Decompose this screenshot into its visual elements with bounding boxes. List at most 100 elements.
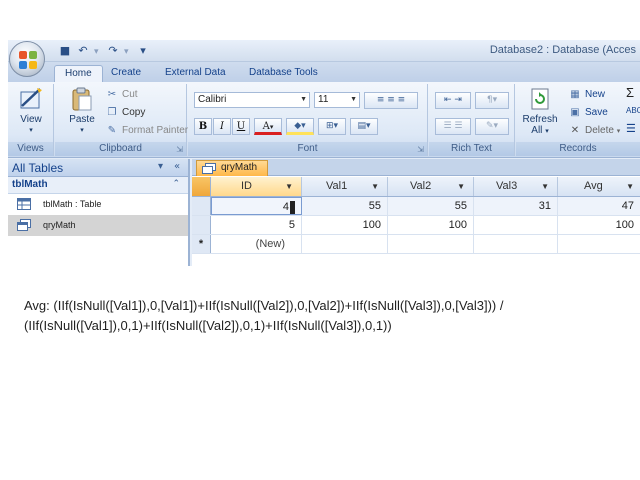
nav-item-tblmath-table[interactable]: tblMath : Table xyxy=(8,194,188,215)
paste-button[interactable]: Paste ▾ xyxy=(65,86,99,136)
bold-button[interactable]: B xyxy=(194,118,212,135)
cell-avg[interactable]: 100 xyxy=(558,216,640,234)
view-button[interactable]: View ▾ xyxy=(14,86,48,136)
column-header-label: Avg xyxy=(584,180,603,192)
office-logo-icon xyxy=(19,51,37,69)
refresh-sub-label: All ▾ xyxy=(520,125,560,137)
chevron-down-icon[interactable]: ▼ xyxy=(285,177,293,196)
redo-icon[interactable]: ↷ xyxy=(106,44,120,58)
chevron-down-icon[interactable]: ▼ xyxy=(541,177,549,196)
customize-toolbar-icon[interactable]: ▾ xyxy=(136,44,150,58)
tab-database-tools[interactable]: Database Tools xyxy=(247,65,320,82)
delete-icon: ✕ xyxy=(570,125,580,136)
table-row[interactable]: 5 100 100 100 xyxy=(192,216,640,235)
undo-dropdown-icon[interactable]: ▾ xyxy=(94,46,102,57)
save-record-button[interactable]: ▣ Save xyxy=(568,106,608,120)
collapse-group-icon[interactable]: ⌃ xyxy=(172,179,180,189)
view-icon xyxy=(18,86,44,112)
new-record-icon: ▦ xyxy=(570,89,580,100)
chevron-down-icon[interactable]: ▼ xyxy=(626,177,634,196)
cell-val2[interactable]: 100 xyxy=(388,216,474,234)
table-row[interactable]: 4 55 55 31 47 xyxy=(192,197,640,216)
cell-id[interactable]: 5 xyxy=(211,216,302,234)
indent-buttons[interactable]: ⇤ ⇥ xyxy=(435,92,471,109)
cell-val1[interactable] xyxy=(302,235,388,253)
font-launcher-icon[interactable]: ⇲ xyxy=(417,145,424,154)
underline-button[interactable]: U xyxy=(232,118,250,135)
column-header-val2[interactable]: Val2 ▼ xyxy=(388,177,474,196)
nav-pane-header[interactable]: All Tables ▾ « xyxy=(8,159,188,177)
new-row-label[interactable]: (New) xyxy=(211,235,302,253)
column-header-id[interactable]: ID ▼ xyxy=(211,177,302,196)
cell-avg[interactable]: 47 xyxy=(558,197,640,215)
spelling-icon[interactable]: ABC xyxy=(626,104,640,118)
query-icon xyxy=(202,163,216,174)
row-selector[interactable] xyxy=(192,197,211,215)
font-name-value: Calibri xyxy=(198,94,227,105)
alternate-fill-button[interactable]: ▤▾ xyxy=(350,118,378,135)
list-buttons[interactable]: ☰ ☰ xyxy=(435,118,471,135)
new-record-button[interactable]: ▦ New xyxy=(568,88,605,102)
nav-item-label: qryMath xyxy=(43,220,76,230)
window-title: Database2 : Database (Acces xyxy=(489,44,636,56)
row-selector[interactable] xyxy=(192,216,211,234)
totals-icon[interactable]: Σ xyxy=(626,86,634,100)
save-icon[interactable]: ■ xyxy=(58,44,72,58)
font-name-select[interactable]: Calibri ▼ xyxy=(194,92,310,108)
nav-group-tblmath[interactable]: tblMath ⌃ xyxy=(8,177,188,194)
highlight-button[interactable]: ✎▾ xyxy=(475,118,509,135)
cell-val2[interactable] xyxy=(388,235,474,253)
quick-access-toolbar: ■ ↶ ▾ ↷ ▾ ▾ xyxy=(52,43,150,59)
cell-val1[interactable]: 55 xyxy=(302,197,388,215)
chevron-down-icon: ▼ xyxy=(350,96,357,103)
font-color-button[interactable]: A▾ xyxy=(254,118,282,135)
italic-button[interactable]: I xyxy=(213,118,231,135)
table-icon xyxy=(17,198,31,210)
delete-record-button[interactable]: ✕ Delete ▾ xyxy=(568,124,620,138)
cell-val1[interactable]: 100 xyxy=(302,216,388,234)
office-button[interactable] xyxy=(9,41,45,77)
chevron-down-icon[interactable]: ▾ xyxy=(158,161,163,172)
cut-button[interactable]: ✂ Cut xyxy=(105,88,138,102)
font-group: Calibri ▼ 11 ▼ ≡ ≡ ≡ B I U A▾ ◆▾ ⊞▾ ▤▾ Fon… xyxy=(188,84,428,156)
refresh-all-button[interactable]: Refresh All ▾ xyxy=(520,86,560,137)
clipboard-group-label: Clipboard xyxy=(55,142,186,156)
cell-val2[interactable]: 55 xyxy=(388,197,474,215)
document-tab-qrymath[interactable]: qryMath xyxy=(196,160,269,176)
paste-dropdown-icon: ▾ xyxy=(80,127,84,134)
paragraph-direction-button[interactable]: ¶▾ xyxy=(475,92,509,109)
scissors-icon: ✂ xyxy=(107,89,117,100)
font-size-select[interactable]: 11 ▼ xyxy=(314,92,360,108)
chevron-down-icon[interactable]: ▼ xyxy=(457,177,465,196)
column-header-avg[interactable]: Avg ▼ xyxy=(558,177,640,196)
save-icon: ▣ xyxy=(570,107,580,118)
column-header-val3[interactable]: Val3 ▼ xyxy=(474,177,558,196)
format-painter-button[interactable]: ✎ Format Painter xyxy=(105,124,188,138)
cell-val3[interactable]: 31 xyxy=(474,197,558,215)
new-row-marker[interactable]: * xyxy=(192,235,211,253)
column-header-val1[interactable]: Val1 ▼ xyxy=(302,177,388,196)
gridlines-button[interactable]: ⊞▾ xyxy=(318,118,346,135)
chevron-down-icon[interactable]: ▼ xyxy=(371,177,379,196)
new-record-row[interactable]: * (New) xyxy=(192,235,640,254)
query-icon xyxy=(17,219,31,231)
tab-home[interactable]: Home xyxy=(54,65,103,82)
clipboard-launcher-icon[interactable]: ⇲ xyxy=(176,145,183,154)
cell-val3[interactable] xyxy=(474,235,558,253)
redo-dropdown-icon[interactable]: ▾ xyxy=(124,46,132,57)
cell-val3[interactable] xyxy=(474,216,558,234)
align-buttons[interactable]: ≡ ≡ ≡ xyxy=(364,92,418,109)
more-icon[interactable]: ☰ xyxy=(626,122,636,136)
cell-avg[interactable] xyxy=(558,235,640,253)
tab-create[interactable]: Create xyxy=(109,65,143,82)
font-group-label: Font xyxy=(188,142,427,156)
nav-item-qrymath[interactable]: qryMath xyxy=(8,215,188,236)
tab-external-data[interactable]: External Data xyxy=(163,65,228,82)
copy-label: Copy xyxy=(122,107,146,118)
collapse-pane-icon[interactable]: « xyxy=(174,161,180,172)
undo-icon[interactable]: ↶ xyxy=(76,44,90,58)
copy-button[interactable]: ❐ Copy xyxy=(105,106,146,120)
cell-id[interactable]: 4 xyxy=(211,197,302,215)
select-all-corner[interactable] xyxy=(192,177,211,196)
fill-color-button[interactable]: ◆▾ xyxy=(286,118,314,135)
